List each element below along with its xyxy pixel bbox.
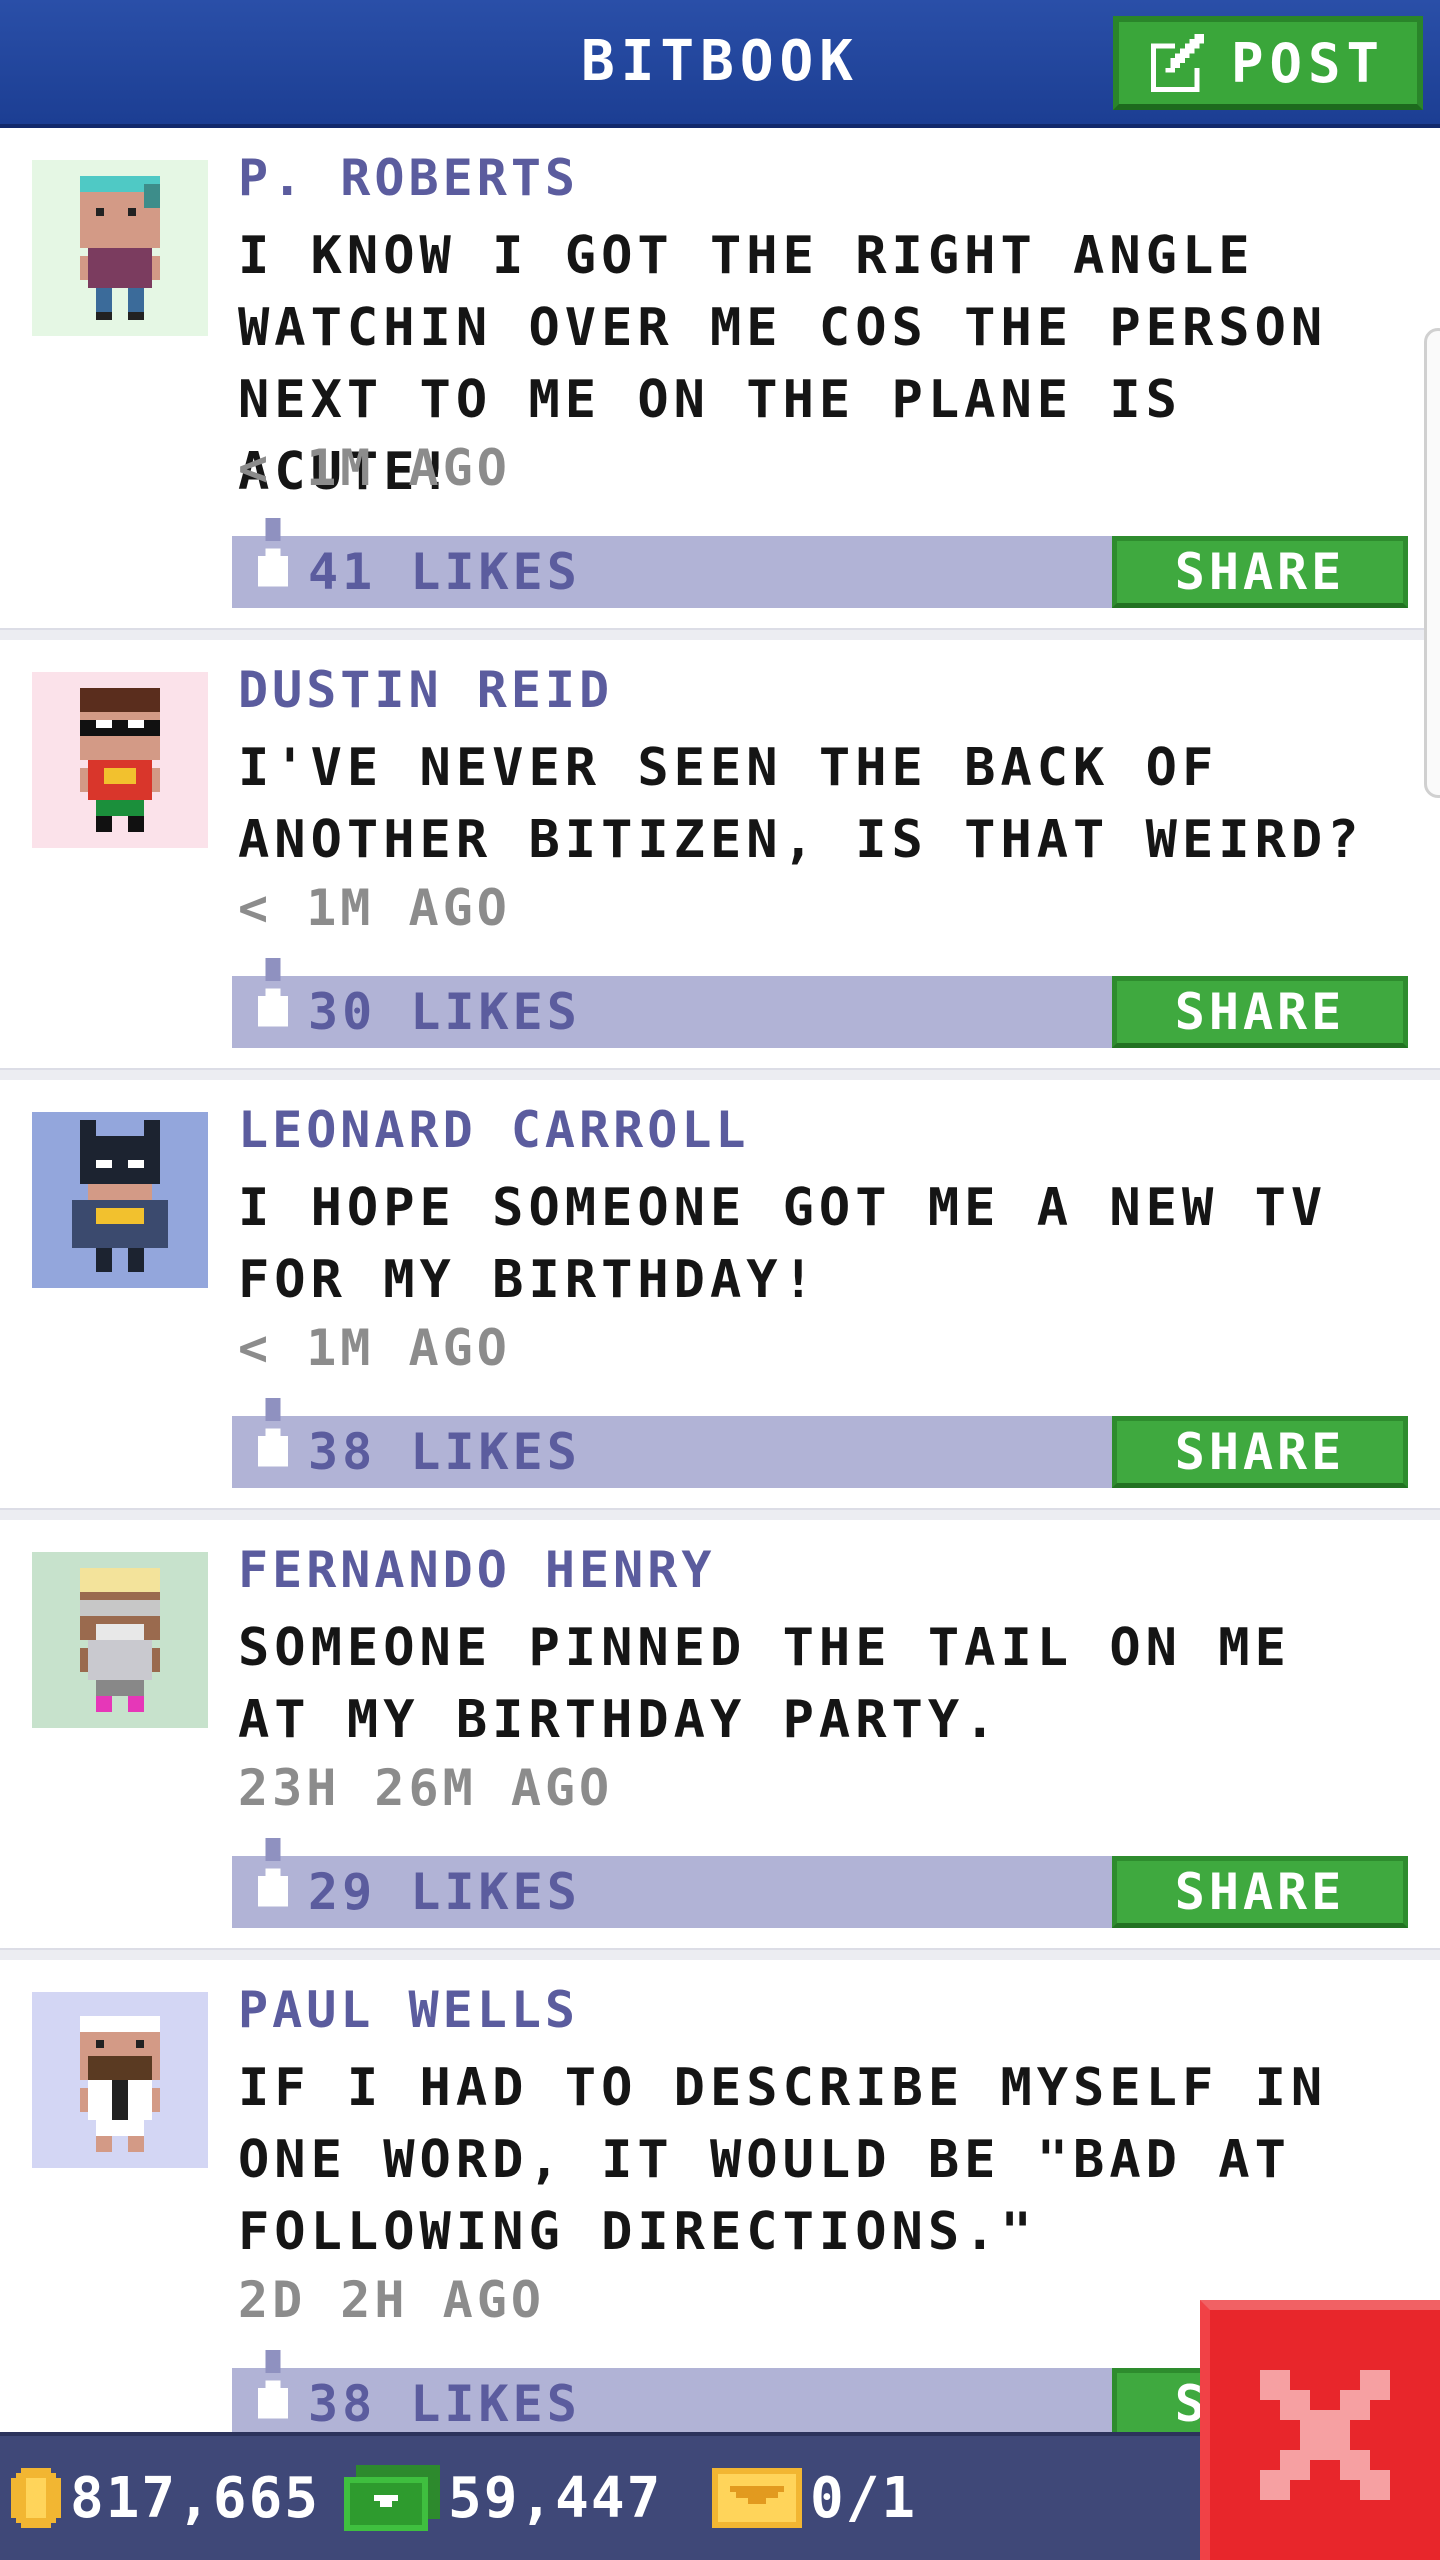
- bitizen-avatar-icon: [32, 160, 208, 336]
- avatar[interactable]: [32, 1992, 208, 2168]
- share-button[interactable]: SHARE: [1112, 1856, 1408, 1928]
- share-button[interactable]: SHARE: [1112, 976, 1408, 1048]
- post-time: < 1M AGO: [238, 879, 511, 937]
- post-author: FERNANDO HENRY: [238, 1541, 716, 1599]
- post-author: P. ROBERTS: [238, 149, 580, 207]
- thumbs-up-icon: [257, 518, 289, 587]
- post-author: LEONARD CARROLL: [238, 1101, 750, 1159]
- post-time: < 1M AGO: [238, 439, 511, 497]
- post-divider: [0, 1068, 1440, 1080]
- header: BITBOOK POST: [0, 0, 1440, 128]
- likes-count: 41 LIKES: [308, 543, 581, 601]
- tickets-value: 0/1: [810, 2465, 918, 2531]
- post-divider: [0, 1508, 1440, 1520]
- post-button[interactable]: POST: [1113, 16, 1423, 110]
- post-message: I HOPE SOMEONE GOT ME A NEW TV FOR MY BI…: [238, 1178, 1328, 1310]
- post-message: SOMEONE PINNED THE TAIL ON ME AT MY BIRT…: [238, 1618, 1291, 1750]
- likes-bar[interactable]: 38 LIKES SHARE: [232, 1398, 1408, 1488]
- likes-count: 38 LIKES: [308, 1423, 581, 1481]
- close-button[interactable]: [1200, 2300, 1440, 2560]
- bitbook-screen: BITBOOK POST P. ROBERTS I KNOW I GOT THE…: [0, 0, 1440, 2560]
- edit-icon: [1150, 34, 1205, 92]
- avatar[interactable]: [32, 160, 208, 336]
- thumbs-up-icon: [257, 958, 289, 1027]
- post-time: < 1M AGO: [238, 1319, 511, 1377]
- avatar[interactable]: [32, 1552, 208, 1728]
- post-author: PAUL WELLS: [238, 1981, 580, 2039]
- share-button[interactable]: SHARE: [1112, 536, 1408, 608]
- likes-bar[interactable]: 29 LIKES SHARE: [232, 1838, 1408, 1928]
- bux-stat: 59,447: [344, 2436, 662, 2560]
- thumbs-up-icon: [257, 1838, 289, 1907]
- bitizen-avatar-icon: [32, 672, 208, 848]
- post-label: POST: [1230, 31, 1386, 95]
- post-divider: [0, 1948, 1440, 1960]
- avatar[interactable]: [32, 1112, 208, 1288]
- share-button[interactable]: SHARE: [1112, 1416, 1408, 1488]
- post-author: DUSTIN REID: [238, 661, 614, 719]
- post-message: IF I HAD TO DESCRIBE MYSELF IN ONE WORD,…: [238, 2058, 1328, 2262]
- tickets-stat: 0/1: [712, 2436, 917, 2560]
- bux-value: 59,447: [448, 2465, 663, 2531]
- bitizen-avatar-icon: [32, 1552, 208, 1728]
- ticket-icon: [712, 2468, 802, 2528]
- likes-bar[interactable]: 30 LIKES SHARE: [232, 958, 1408, 1048]
- post-time: 2D 2H AGO: [238, 2271, 545, 2329]
- likes-count: 38 LIKES: [308, 2375, 581, 2433]
- avatar[interactable]: [32, 672, 208, 848]
- post-time: 23H 26M AGO: [238, 1759, 614, 1817]
- thumbs-up-icon: [257, 2350, 289, 2419]
- close-icon: [1260, 2370, 1390, 2500]
- likes-count: 29 LIKES: [308, 1863, 581, 1921]
- scrollbar[interactable]: [1424, 328, 1440, 798]
- likes-count: 30 LIKES: [308, 983, 581, 1041]
- likes-bar[interactable]: 41 LIKES SHARE: [232, 518, 1408, 608]
- coin-icon: [11, 2468, 61, 2528]
- post-divider: [0, 628, 1440, 640]
- coins-value: 817,665: [70, 2465, 321, 2531]
- bitizen-avatar-icon: [32, 1112, 208, 1288]
- coins-stat: 817,665: [10, 2436, 320, 2560]
- bitizen-avatar-icon: [32, 1992, 208, 2168]
- thumbs-up-icon: [257, 1398, 289, 1467]
- post-message: I'VE NEVER SEEN THE BACK OF ANOTHER BITI…: [238, 738, 1364, 870]
- bux-icon: [344, 2465, 440, 2531]
